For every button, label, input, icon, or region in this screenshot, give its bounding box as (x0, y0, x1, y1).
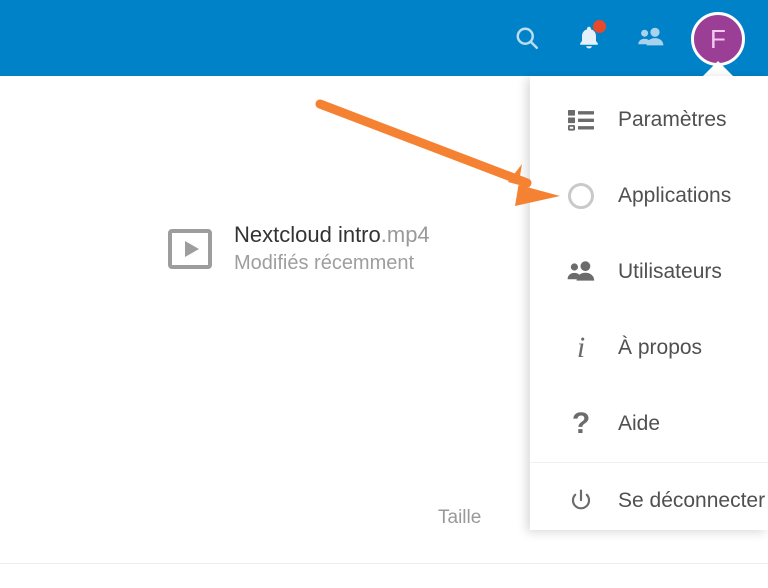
file-basename: Nextcloud intro (234, 222, 381, 248)
power-icon (558, 488, 604, 514)
user-settings-menu: Paramètres Applications Utilisateurs i À… (530, 76, 768, 530)
menu-item-label: À propos (618, 336, 703, 359)
file-extension: .mp4 (380, 222, 430, 248)
menu-item-utilisateurs[interactable]: Utilisateurs (530, 234, 768, 310)
menu-item-label: Se déconnecter (618, 489, 766, 512)
column-header-size[interactable]: Taille (438, 507, 481, 529)
file-subtitle: Modifiés récemment (234, 251, 415, 274)
menu-item-label: Aide (618, 412, 661, 435)
help-question-icon: ? (571, 407, 591, 440)
header-actions: F (496, 0, 754, 77)
avatar: F (691, 11, 745, 66)
menu-item-aide[interactable]: ? Aide (530, 386, 768, 462)
contacts-icon (636, 25, 666, 51)
menu-item-label: Utilisateurs (618, 260, 722, 283)
avatar-initial: F (710, 23, 726, 54)
menu-pointer-caret (702, 61, 734, 77)
nextcloud-screenshot: F Nextcloud intro.mp4 Modifiés récemment (0, 0, 768, 588)
user-menu-button[interactable]: F (682, 0, 754, 77)
search-icon (513, 24, 541, 52)
table-row-actions: En attente il y a 4 jours (0, 564, 768, 588)
menu-item-label: Paramètres (618, 108, 727, 131)
menu-item-a-propos[interactable]: i À propos (530, 310, 768, 386)
menu-item-applications[interactable]: Applications (530, 158, 768, 234)
menu-item-parametres[interactable]: Paramètres (530, 82, 768, 158)
file-name: Nextcloud intro.mp4 (234, 221, 430, 249)
app-header: F (0, 0, 768, 77)
search-button[interactable] (496, 0, 558, 76)
settings-list-icon (558, 109, 604, 131)
menu-item-label: Applications (618, 184, 732, 207)
info-icon: i (576, 331, 586, 364)
notifications-button[interactable] (558, 0, 620, 76)
file-text-block: Nextcloud intro.mp4 Modifiés récemment (234, 221, 430, 277)
notification-badge-dot (593, 20, 606, 33)
menu-item-se-deconnecter[interactable]: Se déconnecter (530, 463, 768, 539)
video-file-icon (166, 225, 214, 273)
contacts-button[interactable] (620, 0, 682, 76)
apps-circle-icon (558, 183, 604, 209)
users-icon (558, 260, 604, 284)
